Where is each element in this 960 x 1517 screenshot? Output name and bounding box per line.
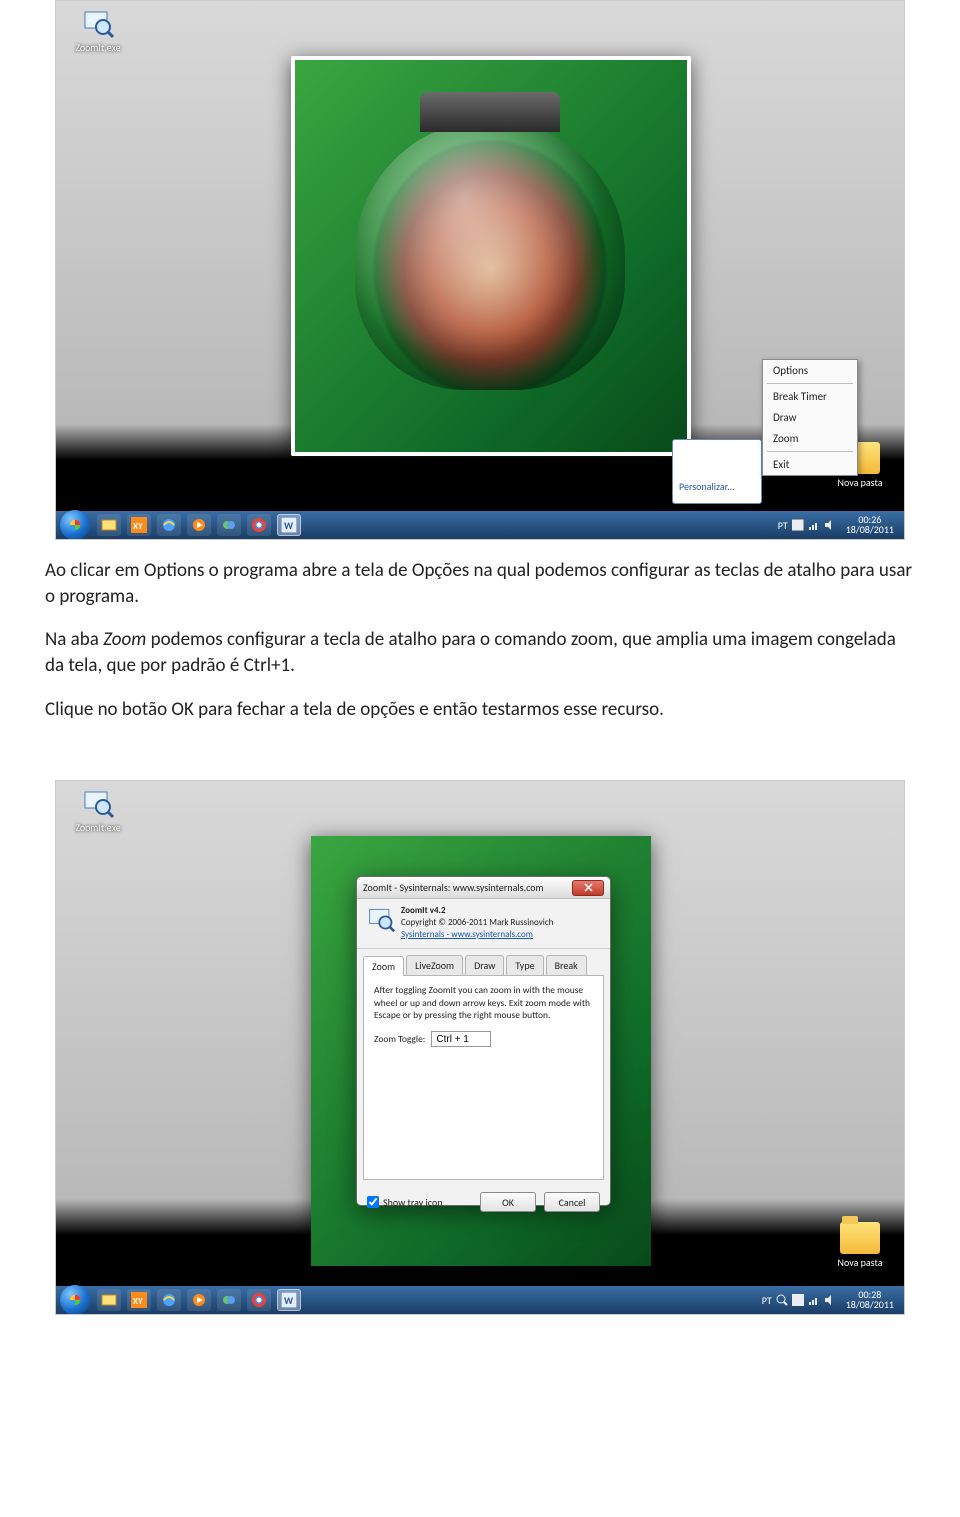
- customize-link[interactable]: Personalizar...: [679, 480, 735, 493]
- paragraph-1: Ao clicar em Options o programa abre a t…: [45, 558, 915, 609]
- dialog-title-text: ZoomIt - Sysinternals: www.sysinternals.…: [363, 881, 572, 894]
- taskbar-xy[interactable]: XY: [127, 1289, 151, 1311]
- zoomit-icon: [82, 7, 114, 39]
- folder-icon: [840, 1222, 880, 1254]
- screenshot-1-desktop: ZoomIt.exe Nova pasta Personalizar... Op…: [55, 0, 905, 540]
- tray-zoomit-icon[interactable]: [776, 1294, 788, 1306]
- desktop-background: ZoomIt.exe Nova pasta ZoomIt - Sysintern…: [56, 781, 904, 1314]
- tray-network-icon[interactable]: [808, 1294, 820, 1306]
- taskbar: XY W PT 00:28 18/08/2011: [56, 1286, 904, 1314]
- zoom-description: After toggling ZoomIt you can zoom in wi…: [374, 984, 593, 1021]
- clock-date: 18/08/2011: [846, 1300, 894, 1310]
- menu-item-exit[interactable]: Exit: [763, 454, 857, 475]
- paragraph-2: Na aba Zoom podemos configurar a tecla d…: [45, 627, 915, 678]
- taskbar-msn[interactable]: [217, 1289, 241, 1311]
- taskbar-word[interactable]: W: [277, 514, 301, 536]
- tray-customize-popup: Personalizar...: [672, 439, 762, 504]
- tray-volume-icon[interactable]: [824, 1294, 836, 1306]
- zoomit-icon: [82, 787, 114, 819]
- desktop-icon-label: Nova pasta: [838, 476, 883, 489]
- tab-zoom[interactable]: Zoom: [363, 956, 404, 976]
- tray-context-menu: Options Break Timer Draw Zoom Exit: [762, 359, 858, 476]
- taskbar-msn[interactable]: [217, 514, 241, 536]
- screenshot-2-desktop: ZoomIt.exe Nova pasta ZoomIt - Sysintern…: [55, 780, 905, 1315]
- dialog-titlebar[interactable]: ZoomIt - Sysinternals: www.sysinternals.…: [357, 877, 610, 899]
- start-button[interactable]: [60, 1285, 90, 1315]
- tab-break[interactable]: Break: [546, 955, 587, 975]
- system-tray: PT 00:26 18/08/2011: [778, 515, 904, 535]
- menu-item-draw[interactable]: Draw: [763, 407, 857, 428]
- zoom-toggle-input[interactable]: [431, 1031, 491, 1047]
- desktop-icon-folder[interactable]: Nova pasta: [830, 1222, 890, 1269]
- menu-item-break-timer[interactable]: Break Timer: [763, 386, 857, 407]
- zoom-toggle-label: Zoom Toggle:: [374, 1033, 425, 1045]
- tray-flag-icon[interactable]: [792, 1294, 804, 1306]
- show-tray-icon-input[interactable]: [367, 1196, 379, 1208]
- taskbar-clock[interactable]: 00:28 18/08/2011: [840, 1290, 900, 1310]
- taskbar-explorer[interactable]: [97, 1289, 121, 1311]
- taskbar-chrome[interactable]: [247, 1289, 271, 1311]
- cancel-button[interactable]: Cancel: [544, 1192, 600, 1212]
- taskbar-ie[interactable]: [157, 514, 181, 536]
- desktop-icon-label: Nova pasta: [838, 1256, 883, 1269]
- ok-button[interactable]: OK: [480, 1192, 536, 1212]
- dialog-tabs: Zoom LiveZoom Draw Type Break: [357, 955, 610, 975]
- zoomit-app-icon: [367, 905, 395, 933]
- zoomit-options-dialog: ZoomIt - Sysinternals: www.sysinternals.…: [356, 876, 611, 1206]
- taskbar: XY W PT 00:26 18/08/2011: [56, 511, 904, 539]
- taskbar-ie[interactable]: [157, 1289, 181, 1311]
- tray-network-icon[interactable]: [808, 519, 820, 531]
- menu-item-zoom[interactable]: Zoom: [763, 428, 857, 449]
- dialog-sysinternals-link[interactable]: Sysinternals - www.sysinternals.com: [401, 929, 533, 940]
- start-button[interactable]: [60, 510, 90, 540]
- dialog-copyright: Copyright © 2006-2011 Mark Russinovich: [401, 917, 553, 929]
- desktop-icon-zoomit[interactable]: ZoomIt.exe: [68, 7, 128, 54]
- taskbar-chrome[interactable]: [247, 514, 271, 536]
- taskbar-clock[interactable]: 00:26 18/08/2011: [840, 515, 900, 535]
- system-tray: PT 00:28 18/08/2011: [762, 1290, 904, 1310]
- tray-flag-icon[interactable]: [792, 519, 804, 531]
- tab-draw[interactable]: Draw: [465, 955, 504, 975]
- tab-type[interactable]: Type: [506, 955, 543, 975]
- desktop-icon-zoomit[interactable]: ZoomIt.exe: [68, 787, 128, 834]
- taskbar-explorer[interactable]: [97, 514, 121, 536]
- taskbar-xy[interactable]: XY: [127, 514, 151, 536]
- svg-text:W: W: [284, 1294, 294, 1307]
- wallpaper-image: [291, 56, 691, 456]
- paragraph-3: Clique no botão OK para fechar a tela de…: [45, 697, 915, 723]
- desktop-icon-label: ZoomIt.exe: [75, 821, 120, 834]
- menu-item-options[interactable]: Options: [763, 360, 857, 381]
- dialog-header: ZoomIt v4.2 Copyright © 2006-2011 Mark R…: [357, 899, 610, 949]
- clock-date: 18/08/2011: [846, 525, 894, 535]
- language-indicator[interactable]: PT: [778, 519, 788, 532]
- taskbar-wmp[interactable]: [187, 1289, 211, 1311]
- language-indicator[interactable]: PT: [762, 1294, 772, 1307]
- close-icon: [584, 883, 593, 892]
- svg-text:W: W: [284, 519, 294, 532]
- dialog-footer: Show tray icon OK Cancel: [357, 1186, 610, 1218]
- taskbar-wmp[interactable]: [187, 514, 211, 536]
- dialog-close-button[interactable]: [572, 880, 604, 896]
- svg-text:XY: XY: [133, 1296, 143, 1307]
- tab-panel-zoom: After toggling ZoomIt you can zoom in wi…: [363, 975, 604, 1180]
- show-tray-icon-label: Show tray icon: [383, 1196, 442, 1209]
- svg-text:XY: XY: [133, 521, 143, 532]
- taskbar-word[interactable]: W: [277, 1289, 301, 1311]
- tray-volume-icon[interactable]: [824, 519, 836, 531]
- dialog-app-name: ZoomIt v4.2: [401, 905, 553, 917]
- tab-livezoom[interactable]: LiveZoom: [406, 955, 463, 975]
- desktop-icon-label: ZoomIt.exe: [75, 41, 120, 54]
- show-tray-icon-checkbox[interactable]: Show tray icon: [367, 1196, 442, 1209]
- desktop-background: ZoomIt.exe Nova pasta Personalizar... Op…: [56, 1, 904, 539]
